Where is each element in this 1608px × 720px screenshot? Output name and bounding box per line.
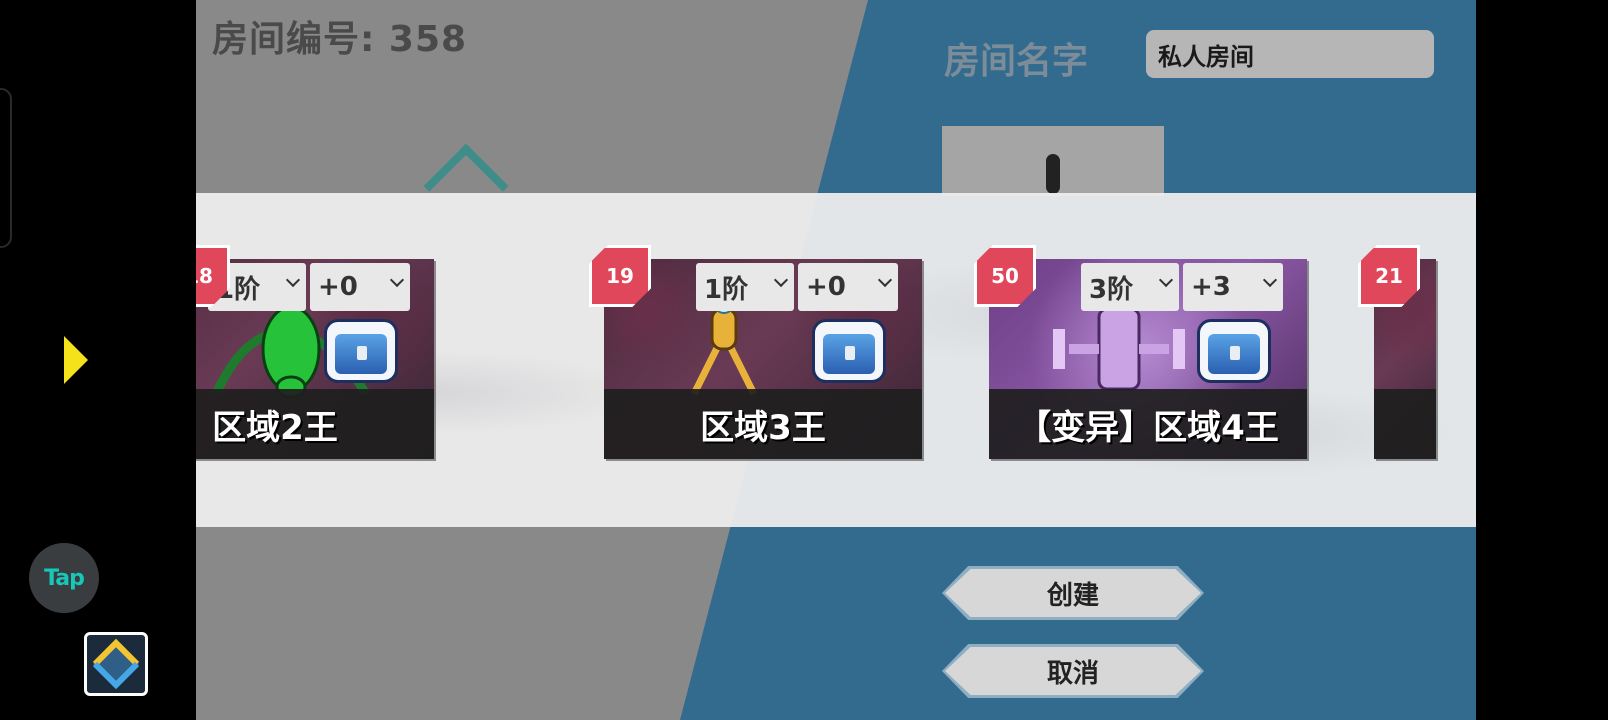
boss-name: 区域3王 — [700, 407, 826, 448]
create-label: 创建 — [1046, 580, 1099, 611]
diamond-logo-icon — [92, 638, 140, 690]
card-label-bar: 区域3王 — [604, 389, 922, 459]
card-label-bar: 区域2王 — [196, 389, 434, 459]
camera-notch — [0, 88, 12, 248]
chevron-down-icon — [773, 272, 789, 288]
settings-slot — [942, 126, 1164, 196]
boss-card[interactable]: 1阶 +0 区域3王 — [604, 259, 922, 459]
plus-value: +0 — [318, 272, 358, 302]
card-label-bar — [1374, 389, 1436, 459]
plus-select[interactable]: +0 — [310, 263, 410, 311]
mutated-boss-sprite — [1053, 307, 1185, 391]
tap-label: Tap — [44, 565, 85, 591]
level-badge-value: 21 — [1358, 245, 1420, 307]
left-sidebar: Tap — [0, 0, 196, 720]
boss-name: 【变异】区域4王 — [1017, 407, 1279, 448]
boss-name: 区域2王 — [212, 407, 338, 448]
chevron-down-icon — [1158, 272, 1174, 288]
rank-select[interactable]: 1阶 — [696, 263, 794, 311]
level-badge: 19 — [589, 245, 651, 307]
treasure-chest-icon — [812, 319, 886, 383]
level-badge: 18 — [196, 245, 230, 307]
app-icon[interactable] — [84, 632, 148, 696]
chevron-down-icon — [1262, 272, 1278, 288]
cancel-button[interactable]: 取消 — [942, 644, 1204, 698]
room-name-input[interactable]: 私人房间 — [1146, 30, 1434, 78]
tap-floating-button[interactable]: Tap — [29, 543, 99, 613]
plus-select[interactable]: +3 — [1183, 263, 1283, 311]
boss-card[interactable]: 3阶 +3 【变异】区域4王 — [989, 259, 1307, 459]
chevron-down-icon — [877, 272, 893, 288]
right-sidebar — [1476, 0, 1608, 720]
level-badge-value: 19 — [589, 245, 651, 307]
play-arrow-icon[interactable] — [64, 336, 88, 384]
level-badge: 50 — [974, 245, 1036, 307]
room-name-label: 房间名字 — [944, 41, 1089, 82]
plus-value: +3 — [1191, 272, 1231, 302]
game-screen: 房间编号: 358 房间名字 私人房间 1阶 +0 区域2王 18 — [196, 0, 1476, 720]
plus-select[interactable]: +0 — [798, 263, 898, 311]
level-badge-value: 18 — [196, 245, 230, 307]
room-number: 房间编号: 358 — [212, 19, 468, 60]
boss-card[interactable]: 1阶 +0 区域2王 — [196, 259, 434, 459]
chevron-down-icon — [389, 272, 405, 288]
rank-value: 3阶 — [1089, 274, 1134, 305]
rank-select[interactable]: 3阶 — [1081, 263, 1179, 311]
plus-value: +0 — [806, 272, 846, 302]
level-badge: 21 — [1358, 245, 1420, 307]
level-badge-value: 50 — [974, 245, 1036, 307]
cancel-label: 取消 — [1046, 658, 1099, 689]
rank-value: 1阶 — [704, 274, 749, 305]
chevron-down-icon — [285, 272, 301, 288]
boss-selection-strip[interactable]: 1阶 +0 区域2王 18 1阶 +0 区域3王 19 — [196, 193, 1476, 527]
treasure-chest-icon — [1197, 319, 1271, 383]
create-button[interactable]: 创建 — [942, 566, 1204, 620]
treasure-chest-icon — [324, 319, 398, 383]
card-label-bar: 【变异】区域4王 — [989, 389, 1307, 459]
